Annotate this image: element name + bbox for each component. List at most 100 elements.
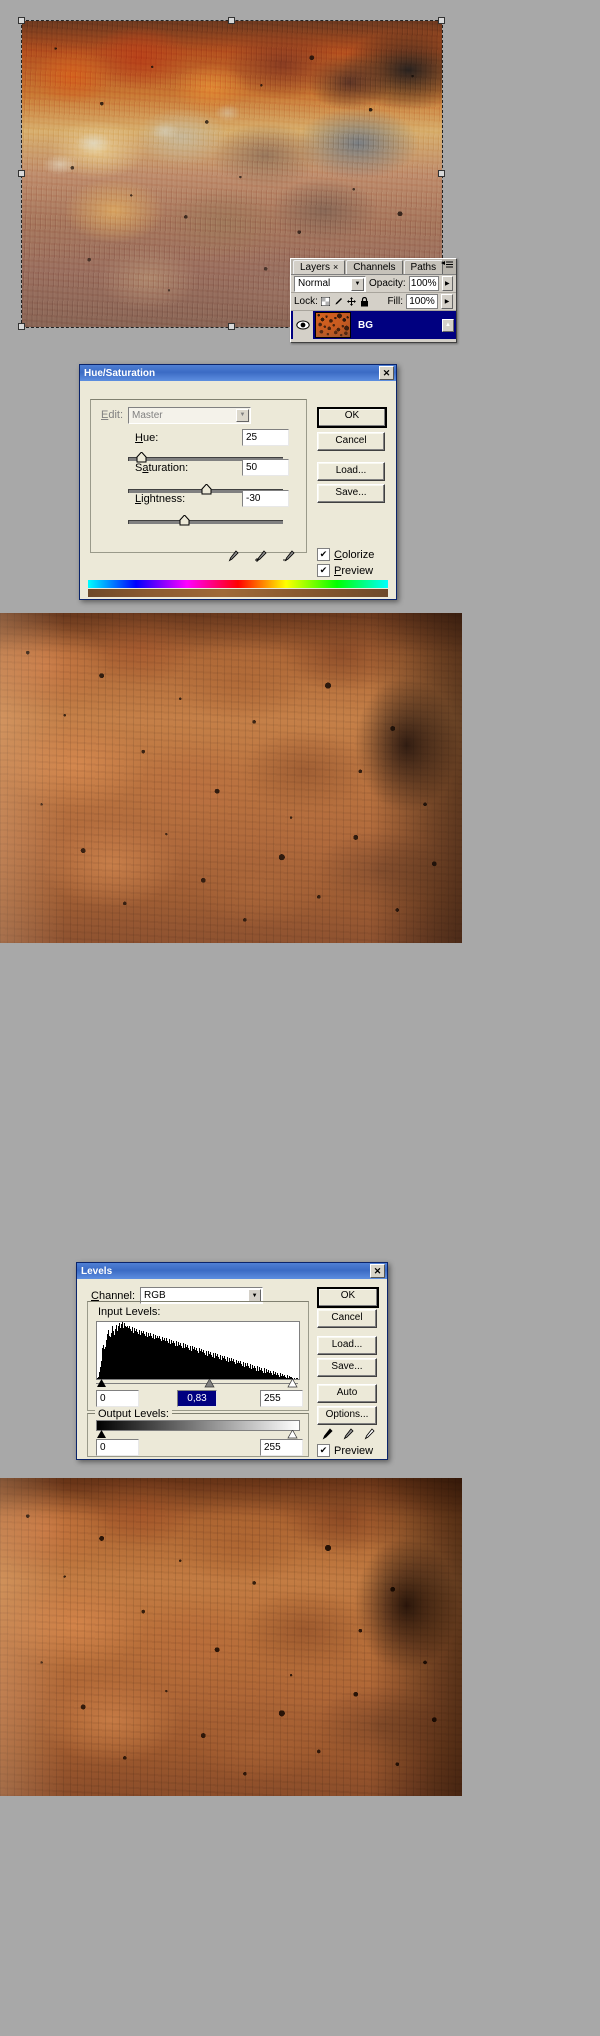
selection-handle-tm[interactable] bbox=[228, 17, 235, 24]
layer-thumbnail[interactable] bbox=[315, 312, 351, 338]
layer-visibility-toggle[interactable] bbox=[293, 311, 313, 339]
input-highlight-field[interactable]: 255 bbox=[260, 1390, 303, 1407]
auto-button[interactable]: Auto bbox=[317, 1384, 377, 1403]
tab-paths[interactable]: Paths bbox=[403, 260, 444, 274]
load-button[interactable]: Load... bbox=[317, 1336, 377, 1355]
lightness-value-input[interactable]: -30 bbox=[242, 490, 289, 507]
move-lock-icon[interactable] bbox=[346, 297, 356, 306]
options-button[interactable]: Options... bbox=[317, 1406, 377, 1425]
panel-menu-icon[interactable] bbox=[441, 261, 453, 272]
ok-button[interactable]: OK bbox=[317, 1287, 379, 1308]
levels-dialog[interactable]: Levels ✕ Channel: RGB ▼ Input Levels: 0 … bbox=[76, 1262, 388, 1460]
highlight-input-marker[interactable] bbox=[287, 1379, 298, 1388]
output-levels-label: Output Levels: bbox=[95, 1408, 172, 1420]
output-slider-ramp[interactable] bbox=[96, 1430, 298, 1439]
load-button[interactable]: Load... bbox=[317, 462, 385, 481]
lightness-slider[interactable] bbox=[128, 514, 283, 526]
black-point-eyedropper-icon[interactable] bbox=[320, 1427, 334, 1441]
saturation-value-input[interactable]: 50 bbox=[242, 459, 289, 476]
panel-tab-bar[interactable]: Layers × Channels Paths bbox=[291, 259, 456, 275]
preview-checkbox-row[interactable]: ✔ Preview bbox=[317, 564, 373, 577]
white-point-eyedropper-icon[interactable] bbox=[362, 1427, 376, 1441]
close-icon[interactable]: × bbox=[333, 262, 338, 272]
fill-value[interactable]: 100% bbox=[406, 294, 438, 309]
preview-label: Preview bbox=[334, 564, 374, 577]
gray-point-eyedropper-icon[interactable] bbox=[341, 1427, 355, 1441]
preview-checkbox[interactable]: ✔ bbox=[317, 1444, 330, 1457]
tab-channels[interactable]: Channels bbox=[346, 260, 403, 274]
eyedropper-minus-icon[interactable] bbox=[282, 549, 296, 563]
shadow-input-marker[interactable] bbox=[96, 1379, 107, 1388]
output-shadow-field[interactable]: 0 bbox=[96, 1439, 139, 1456]
slider-thumb-glyph bbox=[179, 514, 190, 526]
slider-thumb-glyph bbox=[201, 483, 212, 495]
eyedropper-plus-icon[interactable] bbox=[254, 549, 268, 563]
opacity-value[interactable]: 100% bbox=[408, 276, 439, 291]
blend-mode-value: Normal bbox=[298, 278, 331, 289]
input-midtone-field[interactable]: 0,83 bbox=[177, 1390, 217, 1407]
layer-name: BG bbox=[358, 319, 373, 331]
cancel-button[interactable]: Cancel bbox=[317, 1309, 377, 1328]
dialog-title-bar[interactable]: Levels ✕ bbox=[77, 1263, 387, 1279]
highlight-output-marker[interactable] bbox=[287, 1430, 298, 1439]
lightness-label: Lightness: bbox=[135, 493, 186, 505]
edit-select[interactable]: Master ▼ bbox=[128, 406, 252, 424]
blend-mode-select[interactable]: Normal ▼ bbox=[294, 275, 366, 292]
output-highlight-field[interactable]: 255 bbox=[260, 1439, 303, 1456]
ok-button[interactable]: OK bbox=[317, 407, 387, 428]
chevron-down-icon[interactable]: ▼ bbox=[236, 408, 250, 422]
tab-layers-label: Layers bbox=[300, 262, 331, 273]
selection-handle-ml[interactable] bbox=[18, 170, 25, 177]
selection-handle-bm[interactable] bbox=[228, 323, 235, 330]
saturation-label: Saturation: bbox=[135, 462, 189, 474]
save-button[interactable]: Save... bbox=[317, 1358, 377, 1377]
dialog-title: Hue/Saturation bbox=[84, 367, 156, 379]
brush-lock-icon[interactable] bbox=[334, 297, 343, 306]
close-button[interactable]: ✕ bbox=[370, 1264, 385, 1278]
midtone-input-marker[interactable] bbox=[204, 1379, 215, 1388]
lock-icon-group[interactable] bbox=[320, 296, 369, 307]
close-button[interactable]: ✕ bbox=[379, 366, 394, 380]
layers-panel[interactable]: Layers × Channels Paths Normal ▼ Opacity:… bbox=[290, 258, 457, 343]
dialog-title-bar[interactable]: Hue/Saturation ✕ bbox=[80, 365, 396, 381]
layer-row-bg[interactable]: BG ▲ bbox=[291, 311, 456, 339]
colorize-checkbox-row[interactable]: ✔ Colorize bbox=[317, 548, 374, 561]
cancel-button[interactable]: Cancel bbox=[317, 432, 385, 451]
texture-shading-layer bbox=[0, 613, 462, 943]
tab-layers[interactable]: Layers × bbox=[293, 260, 346, 274]
colorize-checkbox[interactable]: ✔ bbox=[317, 548, 330, 561]
eyedropper-group[interactable] bbox=[226, 549, 296, 563]
chevron-down-icon[interactable]: ▼ bbox=[351, 277, 364, 291]
eyedropper-group[interactable] bbox=[320, 1427, 376, 1441]
rust-texture-levels-applied[interactable] bbox=[0, 1478, 462, 1796]
selection-handle-bl[interactable] bbox=[18, 323, 25, 330]
panel-menu-glyph bbox=[441, 261, 453, 268]
hue-value-input[interactable]: 25 bbox=[242, 429, 289, 446]
eye-icon bbox=[296, 320, 310, 330]
panel-scroll-up[interactable]: ▲ bbox=[442, 318, 454, 332]
preview-checkbox[interactable]: ✔ bbox=[317, 564, 330, 577]
hue-label: Hue: bbox=[135, 432, 159, 444]
preview-checkbox-row[interactable]: ✔ Preview bbox=[317, 1444, 373, 1457]
channel-label: Channel: bbox=[91, 1289, 136, 1302]
blend-opacity-row: Normal ▼ Opacity: 100% ▶ bbox=[291, 275, 456, 293]
transparency-lock-icon[interactable] bbox=[320, 297, 330, 306]
shadow-output-marker[interactable] bbox=[96, 1430, 107, 1439]
fill-stepper[interactable]: ▶ bbox=[441, 294, 453, 309]
selection-handle-tr[interactable] bbox=[438, 17, 445, 24]
saturation-slider-thumb[interactable] bbox=[201, 483, 212, 495]
lightness-slider-thumb[interactable] bbox=[179, 514, 190, 526]
rust-texture-hue-saturation-applied[interactable] bbox=[0, 613, 462, 943]
all-lock-icon[interactable] bbox=[360, 296, 369, 307]
thumb-pits bbox=[316, 313, 350, 337]
save-button[interactable]: Save... bbox=[317, 484, 385, 503]
selection-handle-tl[interactable] bbox=[18, 17, 25, 24]
input-shadow-field[interactable]: 0 bbox=[96, 1390, 139, 1407]
input-slider-ramp[interactable] bbox=[96, 1379, 298, 1389]
edit-value: Master bbox=[132, 409, 163, 421]
preview-label: Preview bbox=[334, 1444, 374, 1457]
opacity-stepper[interactable]: ▶ bbox=[441, 276, 453, 291]
eyedropper-icon[interactable] bbox=[226, 549, 240, 563]
selection-handle-mr[interactable] bbox=[438, 170, 445, 177]
hue-saturation-dialog[interactable]: Hue/Saturation ✕ Edit: Master ▼ Hue: 25 bbox=[79, 364, 397, 600]
